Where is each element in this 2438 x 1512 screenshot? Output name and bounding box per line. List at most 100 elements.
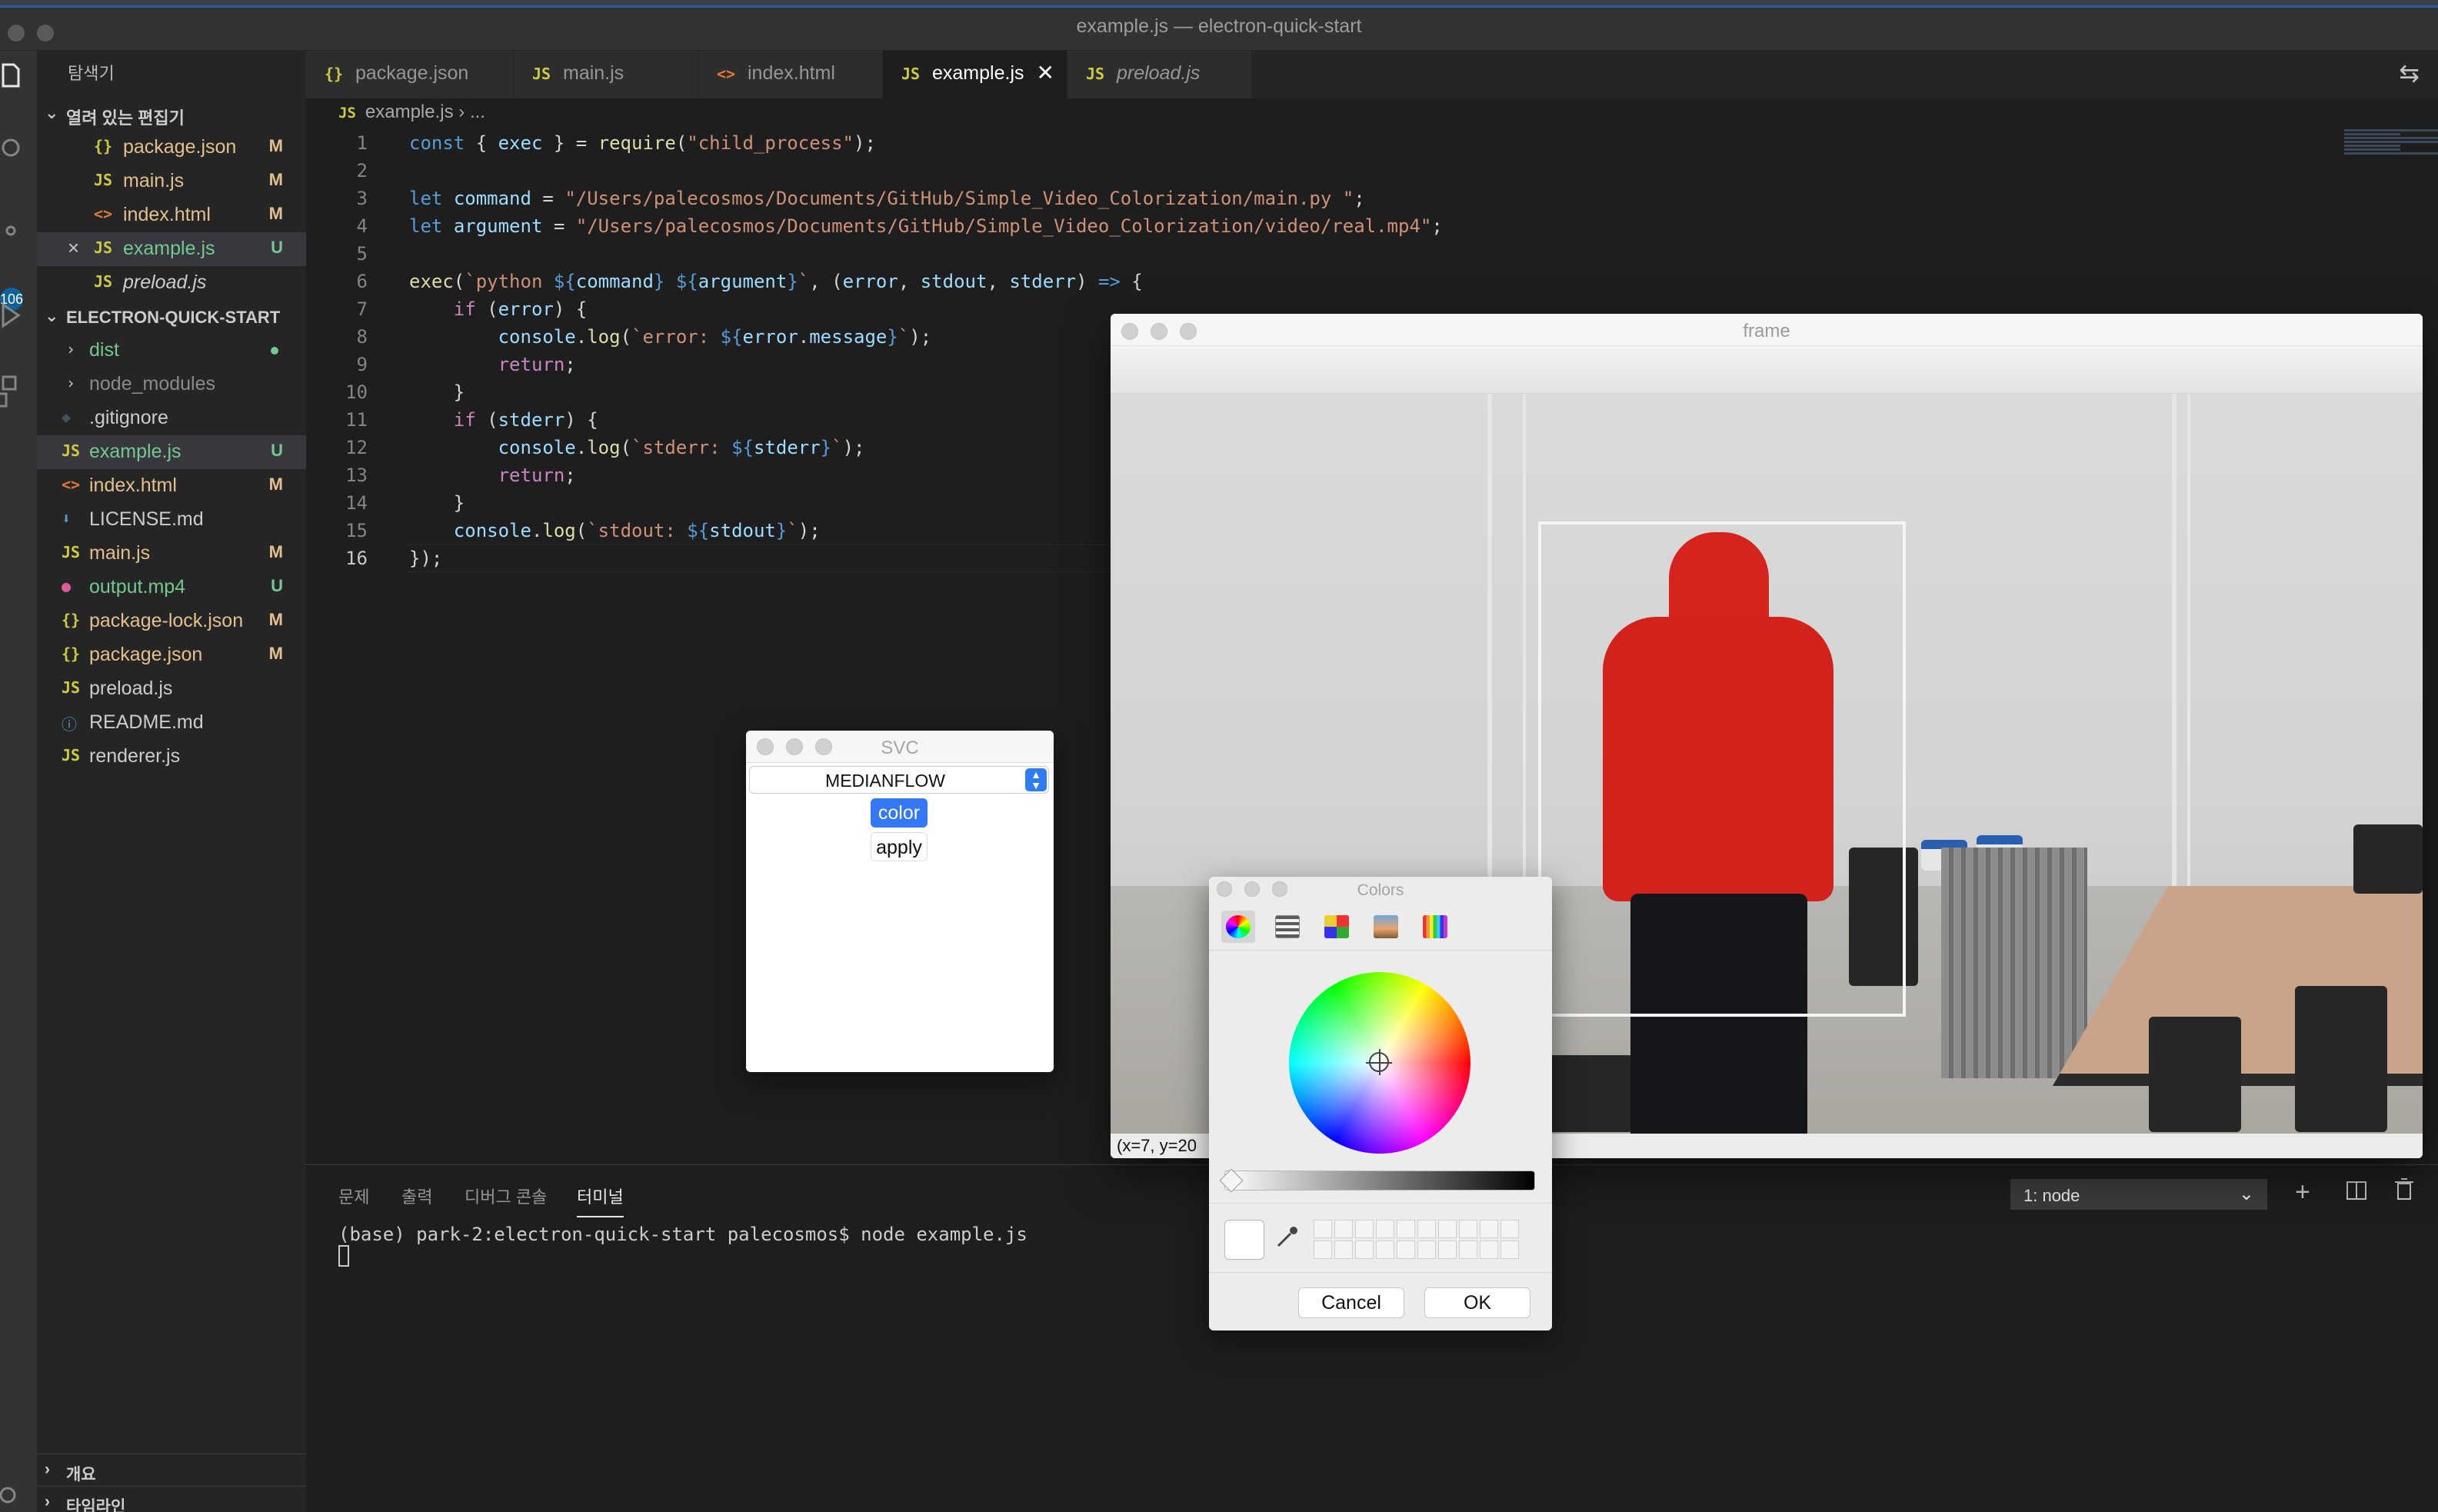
search-icon[interactable] [0, 137, 23, 160]
tab-terminal[interactable]: 터미널 [577, 1184, 624, 1217]
outline-section[interactable]: › 개요 [37, 1454, 306, 1487]
window-title: example.js — electron-quick-start [1076, 15, 1362, 37]
crosshair-icon[interactable] [1366, 1049, 1392, 1075]
tab-example-js[interactable]: JS example.js ✕ [883, 51, 1067, 98]
frame-titlebar[interactable]: frame [1111, 314, 2423, 346]
git-status: M [268, 610, 283, 629]
timeline-section[interactable]: › 타임라인 [37, 1486, 306, 1512]
tab-preload-js[interactable]: JS preload.js [1067, 51, 1252, 98]
open-editor-item[interactable]: JS preload.js [37, 266, 306, 300]
breadcrumb-file[interactable]: example.js [365, 102, 454, 122]
open-editor-item-active[interactable]: × JS example.js U [37, 232, 306, 266]
ok-button[interactable]: OK [1424, 1287, 1530, 1318]
color-palettes-mode-icon[interactable] [1320, 911, 1354, 943]
source-control-icon[interactable] [0, 225, 23, 248]
chevron-right-icon: › [45, 1460, 50, 1478]
chevron-right-icon: › [45, 1493, 50, 1510]
frame-toolbar [1111, 346, 2423, 394]
file-name: .gitignore [89, 407, 168, 428]
current-color-swatch[interactable] [1224, 1220, 1264, 1260]
apply-button[interactable]: apply [871, 832, 928, 861]
new-terminal-icon[interactable]: + [2295, 1177, 2310, 1207]
file-item[interactable]: ⬇ LICENSE.md [37, 503, 306, 537]
cancel-button[interactable]: Cancel [1298, 1287, 1404, 1318]
close-editor-icon[interactable]: × [68, 236, 79, 260]
minimap[interactable] [2344, 128, 2438, 182]
svc-titlebar[interactable]: SVC [746, 731, 1054, 763]
tab-problems[interactable]: 문제 [338, 1184, 369, 1208]
file-item[interactable]: ◆ .gitignore [37, 401, 306, 435]
file-item[interactable]: JS renderer.js [37, 740, 306, 774]
colors-titlebar[interactable]: Colors [1209, 877, 1552, 903]
file-item[interactable]: JS preload.js [37, 672, 306, 706]
code-line: 5 [306, 240, 1152, 268]
chevron-right-icon: › [66, 374, 76, 392]
file-item[interactable]: ● output.mp4 U [37, 571, 306, 604]
explorer-icon[interactable] [0, 62, 23, 88]
open-editors-section[interactable]: ⌄ 열려 있는 편집기 [37, 97, 306, 131]
open-editor-item[interactable]: JS main.js M [37, 165, 306, 198]
tab-label: package.json [355, 62, 469, 84]
tab-output[interactable]: 출력 [401, 1184, 432, 1208]
file-item-active[interactable]: JS example.js U [37, 435, 306, 469]
color-button[interactable]: color [871, 798, 928, 828]
js-file-icon: JS [1086, 65, 1105, 83]
svc-window[interactable]: SVC MEDIANFLOW ▲ ▼ color apply [746, 731, 1054, 1072]
trash-icon[interactable] [2393, 1177, 2415, 1207]
folder-item[interactable]: › node_modules [37, 368, 306, 401]
eyedropper-icon[interactable] [1274, 1224, 1300, 1257]
file-name: LICENSE.md [89, 508, 204, 530]
window-titlebar: example.js — electron-quick-start [0, 8, 2438, 51]
colors-picker-window[interactable]: Colors Cancel OK [1209, 877, 1552, 1330]
color-sliders-mode-icon[interactable] [1271, 911, 1304, 943]
split-terminal-icon[interactable] [2346, 1177, 2367, 1207]
file-item[interactable]: ⓘ README.md [37, 706, 306, 740]
run-debug-icon[interactable] [0, 300, 23, 328]
js-file-icon: JS [62, 678, 81, 697]
file-name: package.json [89, 644, 203, 665]
file-name: renderer.js [89, 745, 181, 767]
tab-package-json[interactable]: {} package.json [306, 51, 514, 98]
js-file-icon: JS [901, 65, 921, 83]
file-item[interactable]: <> index.html M [37, 469, 306, 503]
terminal-output: (base) park-2:electron-quick-start palec… [338, 1224, 1027, 1245]
code-editor[interactable]: 1 const { exec } = require("child_process… [306, 129, 1443, 572]
open-editor-name: package.json [123, 136, 237, 158]
open-editor-item[interactable]: <> index.html M [37, 198, 306, 232]
code-line: 16}); [306, 545, 1414, 572]
tab-debug-console[interactable]: 디버그 콘솔 [465, 1184, 547, 1208]
folder-item[interactable]: › dist [37, 334, 306, 368]
pencils-mode-icon[interactable] [1418, 911, 1452, 943]
close-tab-icon[interactable]: ✕ [1037, 60, 1054, 85]
line-number: 1 [356, 132, 368, 154]
brightness-slider[interactable] [1224, 1171, 1535, 1191]
image-palettes-mode-icon[interactable] [1369, 911, 1403, 943]
color-wheel-mode-icon[interactable] [1221, 911, 1255, 943]
open-editor-item[interactable]: {} package.json M [37, 131, 306, 165]
custom-swatches[interactable] [1314, 1220, 1519, 1259]
js-file-icon: JS [532, 65, 551, 83]
tab-main-js[interactable]: JS main.js [514, 51, 698, 98]
compare-changes-icon[interactable]: ⇆ [2399, 58, 2420, 88]
js-file-icon: JS [94, 238, 113, 257]
git-status-dot [271, 347, 278, 355]
open-editor-name: preload.js [123, 271, 207, 293]
settings-icon[interactable] [0, 1484, 23, 1507]
chevron-right-icon: › [66, 340, 76, 358]
project-section[interactable]: ⌄ ELECTRON-QUICK-START [37, 300, 306, 334]
frame-title: frame [1743, 321, 1790, 341]
file-item[interactable]: {} package.json M [37, 638, 306, 672]
tracker-select[interactable]: MEDIANFLOW ▲ ▼ [749, 766, 1049, 794]
file-item[interactable]: {} package-lock.json M [37, 604, 306, 638]
file-name: README.md [89, 711, 204, 733]
breadcrumb-rest[interactable]: › ... [458, 102, 485, 122]
code-line: 6 exec(`python ${command} ${argument}`, (… [306, 268, 1152, 295]
file-name: example.js [89, 441, 182, 462]
file-name: preload.js [89, 678, 173, 699]
line-number: 7 [356, 298, 368, 320]
extensions-icon[interactable] [0, 374, 23, 408]
outline-label: 개요 [66, 1466, 96, 1484]
terminal-select[interactable]: 1: node ⌄ [2010, 1179, 2267, 1210]
tab-index-html[interactable]: <> index.html [698, 51, 883, 98]
file-item[interactable]: JS main.js M [37, 537, 306, 571]
